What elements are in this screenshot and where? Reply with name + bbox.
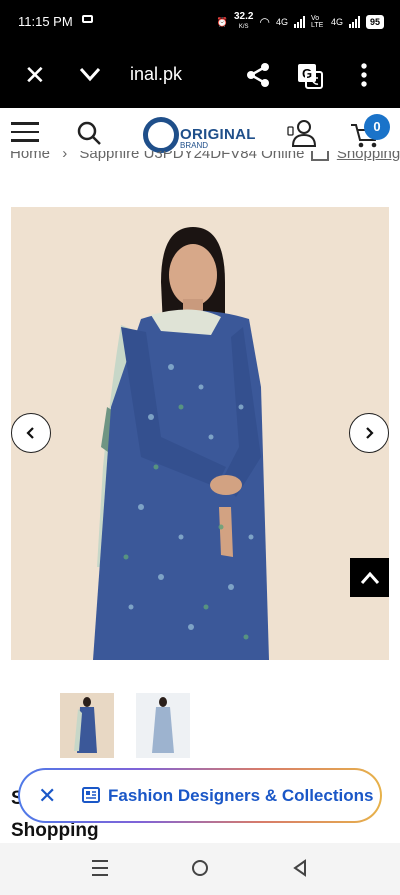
chip-close-icon[interactable]: ✕ (38, 785, 56, 807)
home-icon[interactable] (192, 860, 208, 876)
thumbnail-2[interactable] (136, 693, 190, 758)
network-label-2: Vo LTE (310, 15, 324, 29)
breadcrumb-separator: › (62, 151, 68, 162)
url-text[interactable]: inal.pk (130, 64, 182, 85)
back-icon[interactable] (292, 859, 308, 877)
search-icon[interactable] (76, 120, 102, 146)
browser-toolbar: ✕ inal.pk G (0, 42, 400, 108)
system-nav-bar (0, 843, 400, 895)
breadcrumb-box-icon (310, 151, 329, 161)
chevron-right-icon (366, 427, 374, 439)
status-bar: 11:15 PM ⏰ 32.2 K/S ◠ 4G Vo LTE 4G 95 (0, 0, 400, 42)
chevron-left-icon (26, 427, 34, 439)
data-speed: 32.2 K/S (234, 11, 254, 31)
more-vertical-icon[interactable] (356, 62, 372, 88)
product-image[interactable] (11, 207, 389, 660)
signal-icon (293, 16, 305, 28)
alarm-icon: ⏰ (216, 16, 228, 27)
breadcrumb-home[interactable]: Home (10, 151, 50, 162)
news-icon (82, 787, 100, 803)
breadcrumb: Home › Sapphire U3PDY24DFV84 Online Shop… (10, 151, 400, 173)
status-icons: ⏰ 32.2 K/S ◠ 4G Vo LTE 4G 95 (217, 12, 384, 32)
breadcrumb-suffix: Shopping (336, 151, 400, 162)
collections-chip[interactable]: ✕ Fashion Designers & Collections (18, 768, 382, 823)
next-image-button[interactable] (349, 413, 389, 453)
thumbnail-1-image (60, 693, 114, 758)
cart-count-badge: 0 (364, 114, 390, 140)
chevron-down-icon[interactable] (78, 62, 102, 86)
share-icon[interactable] (245, 62, 271, 88)
thumbnail-2-image (136, 693, 190, 758)
chip-label[interactable]: Fashion Designers & Collections (108, 786, 373, 806)
battery-icon: 95 (365, 15, 384, 29)
wifi-icon: ◠ (259, 15, 270, 29)
logo-subtext: BRAND (180, 141, 209, 150)
recent-apps-icon[interactable] (92, 860, 108, 876)
signal-icon-2 (348, 16, 360, 28)
product-title-line2: Shopping (11, 820, 99, 841)
translate-icon[interactable]: G (296, 62, 324, 90)
chevron-up-icon (360, 571, 379, 584)
menu-icon[interactable] (11, 122, 39, 144)
network-label-3: 4G (330, 17, 343, 27)
notification-icon (82, 15, 93, 23)
thumbnail-1[interactable] (60, 693, 114, 758)
model-illustration (11, 207, 389, 660)
status-time: 11:15 PM (18, 14, 73, 29)
previous-image-button[interactable] (11, 413, 51, 453)
user-icon[interactable] (286, 119, 318, 147)
scroll-to-top-button[interactable] (350, 558, 389, 597)
breadcrumb-current: Sapphire U3PDY24DFV84 Online (79, 151, 305, 162)
collections-chip-inner: ✕ Fashion Designers & Collections (20, 770, 380, 821)
brand-logo[interactable]: ORIGINAL BRAND (143, 116, 255, 154)
network-label-1: 4G (275, 17, 288, 27)
close-icon[interactable]: ✕ (24, 62, 46, 88)
logo-ring (143, 117, 179, 153)
